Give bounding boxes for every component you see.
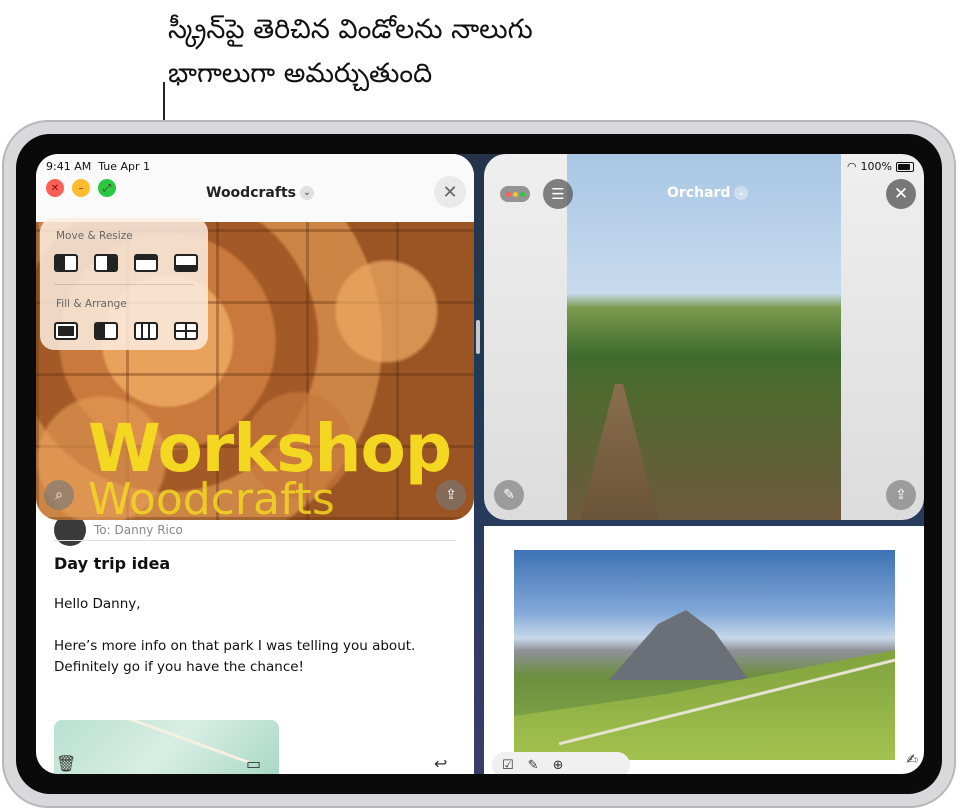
mail-subject[interactable]: Day trip idea — [54, 554, 170, 573]
move-resize-popover: Move & Resize Fill & Arrange — [40, 218, 208, 350]
ipad-bezel: 9:41 AM Tue Apr 1 ◠ 100% To: Danny Rico … — [16, 134, 942, 794]
tile-right-half-icon[interactable] — [94, 254, 118, 272]
chevron-down-icon: ⌄ — [299, 186, 314, 200]
status-date: Tue Apr 1 — [98, 160, 151, 173]
wifi-icon: ◠ — [846, 160, 857, 173]
tile-top-half-icon[interactable] — [134, 254, 158, 272]
mountain-photo — [514, 550, 895, 760]
tile-bottom-half-icon[interactable] — [174, 254, 198, 272]
status-bar-time: 9:41 AM Tue Apr 1 — [46, 160, 150, 173]
pen-icon[interactable]: ✎ — [528, 758, 539, 773]
map-road — [78, 720, 250, 764]
reply-icon[interactable]: ↩ — [434, 754, 447, 773]
close-button[interactable]: ✕ — [886, 179, 916, 209]
notes-toolbar: ☑ ✎ ⊕ — [492, 752, 630, 774]
share-icon[interactable]: ⇪ — [886, 480, 916, 510]
list-icon[interactable]: ☰ — [543, 179, 573, 209]
popover-section-fill-arrange: Fill & Arrange — [56, 298, 127, 310]
zoom-window-button[interactable]: ⤢ — [98, 179, 116, 197]
status-bar-right: ◠ 100% — [847, 160, 914, 173]
search-icon[interactable]: ⌕ — [44, 480, 74, 510]
chevron-down-icon: ⌄ — [734, 186, 749, 200]
orchard-window: ☰ Orchard ⌄ ✕ ✎ ⇪ — [484, 154, 924, 520]
window-controls: ✕ – ⤢ — [46, 179, 116, 197]
markup-icon[interactable]: ✎ — [494, 480, 524, 510]
orchard-title-menu[interactable]: Orchard ⌄ — [667, 185, 749, 201]
ipad-screen: 9:41 AM Tue Apr 1 ◠ 100% To: Danny Rico … — [36, 154, 924, 774]
compass-icon[interactable]: ⊕ — [553, 758, 564, 773]
ipad-frame: 9:41 AM Tue Apr 1 ◠ 100% To: Danny Rico … — [2, 120, 956, 808]
divider — [54, 540, 456, 541]
hero-title: Workshop — [88, 410, 452, 487]
popover-separator — [54, 284, 194, 285]
checklist-icon[interactable]: ☑ — [502, 758, 514, 773]
woodcrafts-title-menu[interactable]: Woodcrafts ⌄ — [206, 185, 314, 201]
callout: స్క్రీన్‌పై తెరిచిన విండోలను నాలుగు భాగా… — [168, 8, 533, 96]
mail-greeting[interactable]: Hello Danny, — [54, 594, 459, 615]
close-window-button[interactable]: ✕ — [46, 179, 64, 197]
trash-icon[interactable]: 🗑 — [56, 754, 76, 773]
tile-left-half-icon[interactable] — [54, 254, 78, 272]
mail-to[interactable]: To: Danny Rico — [94, 523, 183, 537]
popover-section-move-resize: Move & Resize — [56, 230, 133, 242]
fill-full-icon[interactable] — [54, 322, 78, 340]
battery-percent: 100% — [860, 160, 892, 173]
split-divider-handle[interactable] — [476, 320, 480, 354]
battery-icon — [896, 161, 914, 172]
share-icon[interactable]: ⇪ — [436, 480, 466, 510]
hero-subtitle: Woodcrafts — [88, 474, 335, 521]
notes-window: ☑ ✎ ⊕ ✍ — [484, 526, 924, 774]
mountain-peak — [609, 610, 749, 680]
orchard-title: Orchard — [667, 185, 731, 201]
mail-body[interactable]: Here’s more info on that park I was tell… — [54, 636, 459, 678]
woodcrafts-title: Woodcrafts — [206, 185, 296, 201]
callout-line-1: స్క్రీన్‌పై తెరిచిన విండోలను నాలుగు — [168, 14, 533, 45]
arrange-quarters-icon[interactable] — [174, 322, 198, 340]
compose-icon[interactable]: ✍ — [906, 752, 918, 768]
folder-icon[interactable]: ▭ — [246, 754, 261, 773]
woodcrafts-window: ✕ – ⤢ Woodcrafts ⌄ ✕ Workshop Woodcrafts… — [36, 154, 474, 520]
close-button[interactable]: ✕ — [434, 176, 466, 208]
arrange-halves-icon[interactable] — [94, 322, 118, 340]
window-controls-pill[interactable] — [500, 186, 530, 202]
arrange-thirds-icon[interactable] — [134, 322, 158, 340]
callout-line-2: భాగాలుగా అమర్చుతుంది — [168, 58, 433, 89]
status-time: 9:41 AM — [46, 160, 92, 173]
minimize-window-button[interactable]: – — [72, 179, 90, 197]
